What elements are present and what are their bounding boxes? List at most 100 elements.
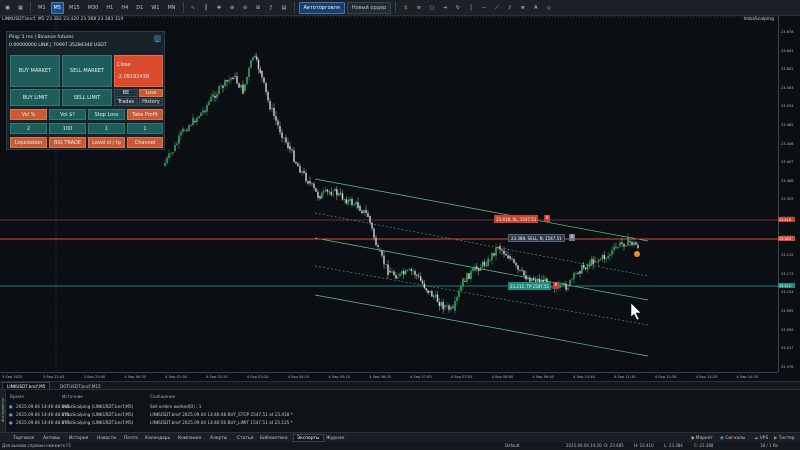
crosshair-icon[interactable]: ✚ bbox=[214, 2, 225, 14]
tab-mailbox[interactable]: Почта bbox=[121, 434, 141, 442]
sl-close-icon[interactable]: X bbox=[544, 215, 550, 222]
stop-loss-button[interactable]: Stop Loss bbox=[88, 109, 125, 120]
vol-usd-button[interactable]: Vol $? bbox=[49, 109, 86, 120]
autoscroll-icon[interactable]: ↻ bbox=[452, 2, 463, 14]
tab-assets[interactable]: Активы bbox=[40, 434, 63, 442]
sell-close-icon[interactable]: X bbox=[569, 234, 575, 241]
tab-journal[interactable]: Журнал bbox=[323, 434, 347, 442]
journal-row[interactable]: ● 2025.09.04 14:46:48.065 ImbaScalping (… bbox=[0, 403, 790, 411]
vol-percent-input[interactable]: 2 bbox=[10, 123, 47, 134]
take-profit-button[interactable]: Take Profit bbox=[127, 109, 163, 120]
new-order-button[interactable]: Новый ордер bbox=[346, 1, 392, 14]
one-click-icon[interactable]: ▢ bbox=[426, 2, 437, 14]
grid-icon[interactable]: ⊞ bbox=[253, 2, 264, 14]
vol-usd-input[interactable]: 100 bbox=[49, 123, 86, 134]
take-profit-input[interactable]: 1 bbox=[127, 123, 163, 134]
indicators-icon[interactable]: ƒ bbox=[266, 2, 277, 14]
new-chart-icon[interactable]: ▣ bbox=[2, 2, 13, 14]
candle-body bbox=[615, 246, 617, 248]
vertical-line-icon[interactable]: │ bbox=[465, 2, 476, 14]
text-icon[interactable]: A bbox=[530, 2, 541, 14]
fibo-icon[interactable]: ≣ bbox=[517, 2, 528, 14]
big-trade-button[interactable]: BIG TRADE bbox=[49, 137, 86, 148]
liquidation-button[interactable]: Liquidation bbox=[10, 137, 47, 148]
tp-close-icon[interactable]: X bbox=[553, 282, 559, 289]
price-tick-label: 23.134 bbox=[781, 290, 794, 295]
tp-line-label[interactable]: 23.212, TP 1547.51 bbox=[508, 282, 552, 290]
depth-icon[interactable]: ≡ bbox=[413, 2, 424, 14]
header-source[interactable]: Источник bbox=[62, 394, 83, 399]
buy-limit-button[interactable]: BUY LIMIT bbox=[10, 89, 60, 106]
timeframe-h4[interactable]: H4 bbox=[118, 2, 131, 14]
candle-body bbox=[629, 241, 631, 242]
sell-market-button[interactable]: SELL MARKET bbox=[62, 55, 112, 87]
account-text: 0.00000000 LINK | 70997.35284340 USDT bbox=[9, 43, 107, 48]
timeframe-mn[interactable]: MN bbox=[164, 2, 178, 14]
buy-market-button[interactable]: BUY MARKET bbox=[10, 55, 60, 87]
journal-row[interactable]: ● 2025.09.04 14:46:48.077 ImbaScalping (… bbox=[0, 419, 790, 427]
status-profile[interactable]: Default bbox=[505, 443, 520, 448]
tester-button[interactable]: ▶ Тестер bbox=[771, 434, 798, 442]
timeframe-d1[interactable]: D1 bbox=[133, 2, 146, 14]
price-axis[interactable]: 23.678 23.641 23.602 23.563 23.524 23.485 23.4… bbox=[778, 16, 800, 372]
minimize-button[interactable]: _ bbox=[154, 35, 161, 42]
sell-limit-button[interactable]: SELL LIMIT bbox=[62, 89, 112, 106]
timeframe-m1[interactable]: M1 bbox=[35, 2, 49, 14]
tab-articles[interactable]: Статьи bbox=[234, 434, 256, 442]
tab-alerts[interactable]: Алерты bbox=[207, 434, 230, 442]
shift-chart-icon[interactable]: ⇥ bbox=[439, 2, 450, 14]
channel-icon[interactable]: ⫽ bbox=[504, 2, 515, 14]
break-even-button[interactable]: BE bbox=[114, 89, 138, 97]
trades-button[interactable]: Trades bbox=[114, 98, 138, 106]
channel-lower-line[interactable] bbox=[314, 294, 649, 357]
candle-body bbox=[332, 194, 334, 196]
tab-history[interactable]: История bbox=[66, 434, 91, 442]
level-sl-tp-button[interactable]: Level sl / tp bbox=[88, 137, 125, 148]
sl-line-label[interactable]: 23.418, SL, 1547.51 bbox=[494, 215, 539, 223]
buy-arrow-icon[interactable]: ⇅ bbox=[400, 2, 411, 14]
profiles-icon[interactable]: ▦ bbox=[15, 2, 26, 14]
time-axis[interactable]: 3 Sep 2025 3 Sep 22:45 3 Sep 23:40 4 Sep 00… bbox=[0, 372, 778, 381]
timeframe-m5[interactable]: M5 bbox=[50, 1, 64, 14]
vps-button[interactable]: ☁ VPS bbox=[751, 434, 771, 442]
channel-upper-line[interactable] bbox=[314, 178, 649, 242]
tab-experts[interactable]: Эксперты bbox=[293, 434, 324, 442]
header-message[interactable]: Сообщение bbox=[150, 394, 175, 399]
channel-lower-mid-line[interactable] bbox=[314, 265, 649, 326]
market-button[interactable]: ◆ Маркет bbox=[688, 434, 716, 442]
tab-library[interactable]: Библиотека bbox=[257, 434, 291, 442]
shapes-icon[interactable]: ◇ bbox=[543, 2, 554, 14]
timeframe-w1[interactable]: W1 bbox=[148, 2, 162, 14]
sell-order-label[interactable]: 23.388, SELL, N, 1547.51 bbox=[508, 234, 565, 242]
tab-calendar[interactable]: Календарь bbox=[142, 434, 173, 442]
vol-percent-button[interactable]: Vol % bbox=[10, 109, 47, 120]
candle-chart-icon[interactable]: ┃ bbox=[201, 2, 212, 14]
channel-upper-mid-line[interactable] bbox=[314, 212, 649, 277]
header-time[interactable]: Время bbox=[10, 394, 24, 399]
journal-row[interactable]: ● 2025.09.04 14:46:48.075 ImbaScalping (… bbox=[0, 411, 790, 419]
signals-button[interactable]: ◉ Сигналы bbox=[717, 434, 748, 442]
zoom-out-icon[interactable]: ⊖ bbox=[240, 2, 251, 14]
timeframe-m15[interactable]: M15 bbox=[66, 2, 83, 14]
line-chart-icon[interactable]: ∿ bbox=[188, 2, 199, 14]
stop-loss-input[interactable]: 1 bbox=[88, 123, 125, 134]
tab-company[interactable]: Компания bbox=[175, 434, 204, 442]
loss-button[interactable]: Loss bbox=[139, 89, 163, 97]
timeframe-h1[interactable]: H1 bbox=[103, 2, 116, 14]
history-button[interactable]: History bbox=[139, 98, 163, 106]
templates-icon[interactable]: ▤ bbox=[279, 2, 290, 14]
row-source: ImbaScalping (LINKUSDT.bncf,M5) bbox=[62, 404, 134, 409]
horizontal-line-icon[interactable]: ─ bbox=[478, 2, 489, 14]
channel-button[interactable]: Channel bbox=[127, 137, 163, 148]
zoom-in-icon[interactable]: ⊕ bbox=[227, 2, 238, 14]
tab-news[interactable]: Новости bbox=[94, 434, 119, 442]
timeframe-m30[interactable]: M30 bbox=[85, 2, 102, 14]
close-position-button[interactable]: Close -2.09192438 bbox=[114, 55, 163, 87]
trend-line-icon[interactable]: ⟋ bbox=[491, 2, 502, 14]
candle-body bbox=[533, 278, 535, 281]
tab-trade[interactable]: Торговля bbox=[10, 434, 37, 442]
algo-trading-button[interactable]: Автоторговля bbox=[298, 1, 345, 14]
candle-body bbox=[527, 278, 529, 280]
status-traffic: 18 / 1 Kb bbox=[760, 443, 778, 448]
channel-mid-line[interactable] bbox=[314, 237, 649, 301]
